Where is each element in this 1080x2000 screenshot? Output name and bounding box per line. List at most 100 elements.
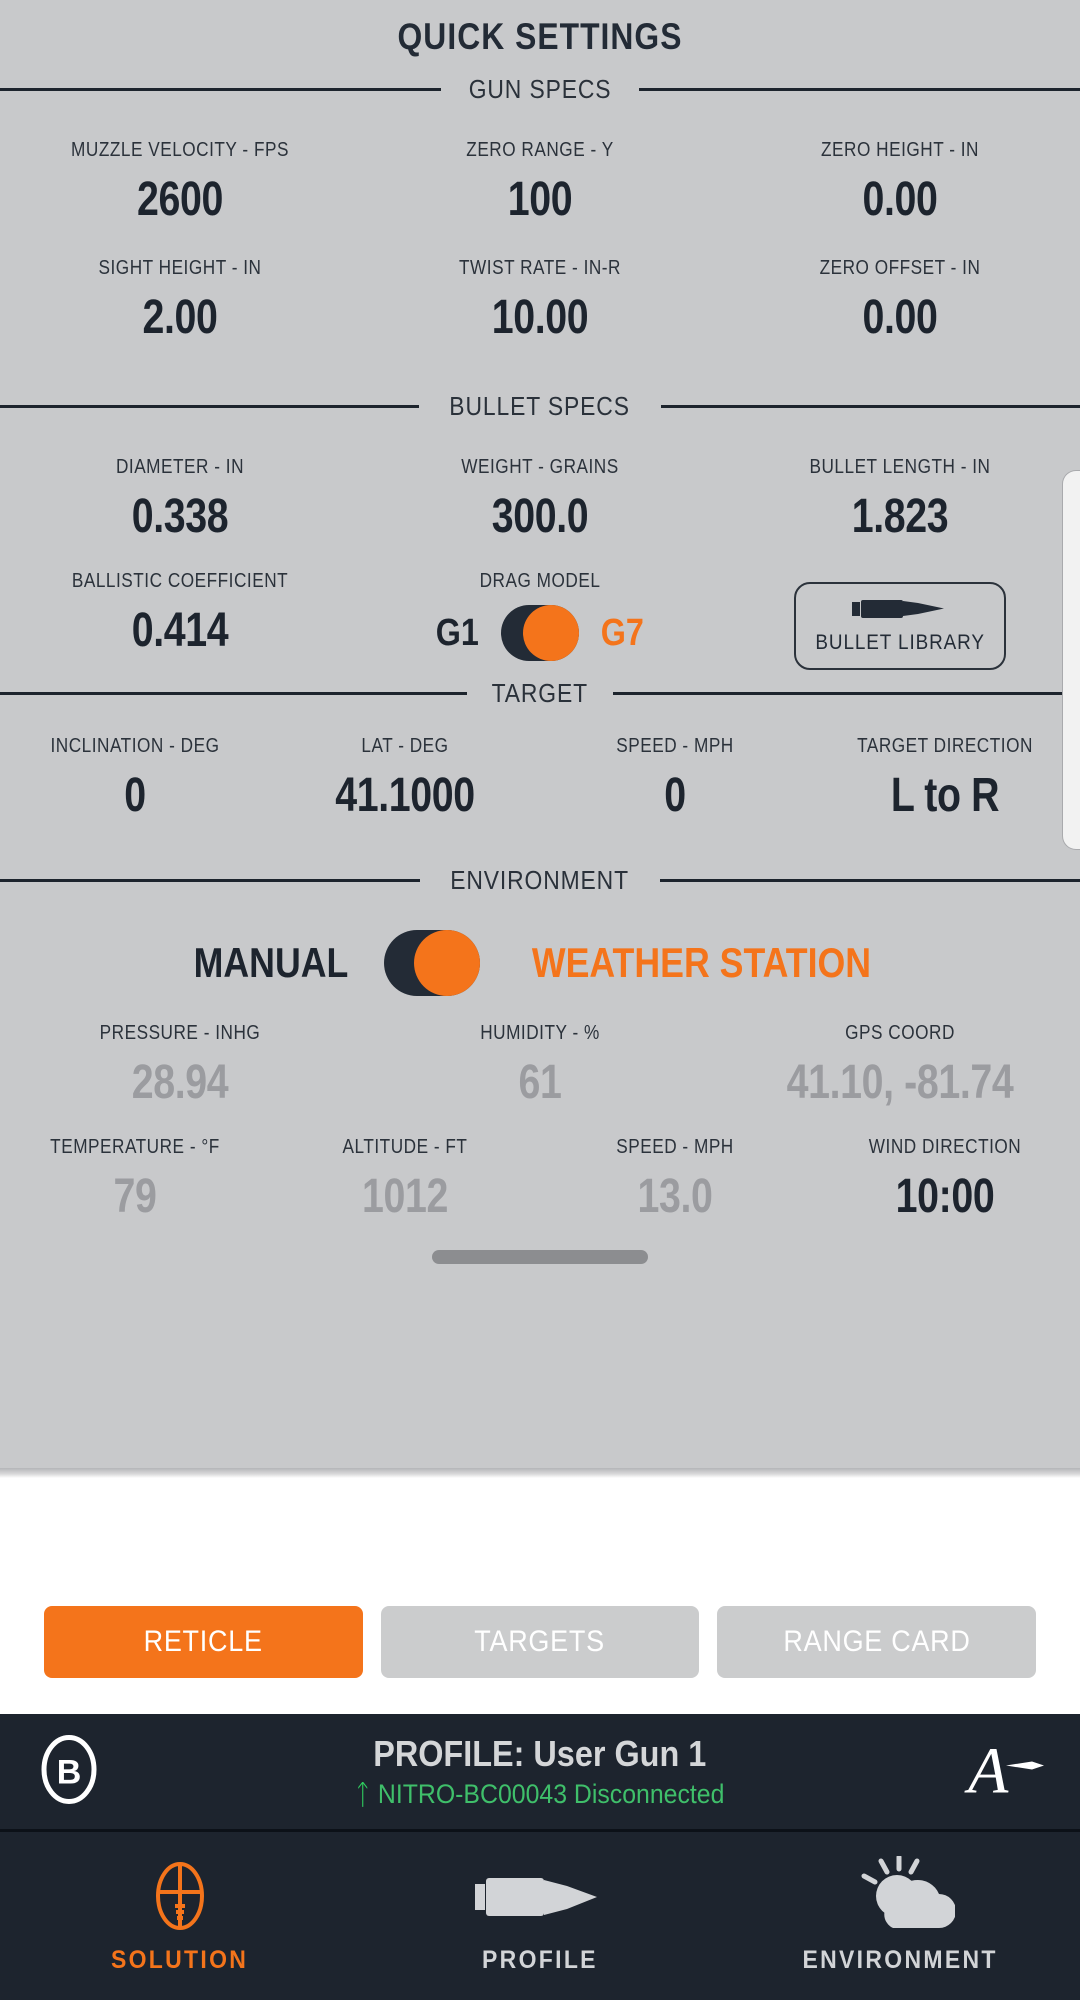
env-mode-option-manual[interactable]: MANUAL bbox=[193, 939, 348, 987]
field-label: ZERO OFFSET - IN bbox=[819, 257, 981, 279]
section-title-environment: ENVIRONMENT bbox=[450, 865, 630, 895]
section-title-gun-specs: GUN SPECS bbox=[468, 74, 612, 104]
bluetooth-status[interactable]: ᛏ NITRO-BC00043 Disconnected bbox=[355, 1779, 724, 1810]
range-card-button[interactable]: RANGE CARD bbox=[717, 1606, 1037, 1678]
field-value: 0.00 bbox=[862, 173, 938, 226]
field-value: 300.0 bbox=[491, 490, 589, 543]
field-bullet-length[interactable]: BULLET LENGTH - IN 1.823 bbox=[720, 422, 1080, 544]
drag-model-option-g1[interactable]: G1 bbox=[436, 612, 479, 655]
field-value: L to R bbox=[890, 769, 1000, 822]
environment-mode-control: MANUAL WEATHER STATION bbox=[0, 930, 1080, 996]
field-zero-offset[interactable]: ZERO OFFSET - IN 0.00 bbox=[720, 227, 1080, 345]
field-humidity[interactable]: HUMIDITY - % 61 bbox=[360, 996, 720, 1110]
bullet-library-button[interactable]: BULLET LIBRARY bbox=[794, 582, 1006, 670]
divider-left bbox=[0, 879, 421, 882]
bottom-tab-bar: SOLUTION PROFILE ENVIRONMENT bbox=[0, 1832, 1080, 2000]
field-label: SPEED - MPH bbox=[616, 1136, 734, 1158]
quick-settings-scroll-panel[interactable]: QUICK SETTINGS GUN SPECS MUZZLE VELOCITY… bbox=[0, 0, 1080, 1468]
reticle-icon bbox=[145, 1858, 215, 1934]
toggle-knob bbox=[413, 930, 480, 996]
bluetooth-icon: ᛏ bbox=[355, 1778, 371, 1810]
environment-row-2: TEMPERATURE - °F 79 ALTITUDE - FT 1012 S… bbox=[0, 1110, 1080, 1224]
field-value: 0 bbox=[124, 769, 146, 822]
field-inclination[interactable]: INCLINATION - DEG 0 bbox=[0, 709, 270, 823]
divider-right bbox=[660, 405, 1080, 408]
section-header-environment: ENVIRONMENT bbox=[0, 865, 1080, 896]
field-label: WEIGHT - GRAINS bbox=[461, 456, 619, 478]
field-value: 0.414 bbox=[131, 604, 229, 657]
divider-left bbox=[0, 88, 441, 91]
env-mode-option-weather-station[interactable]: WEATHER STATION bbox=[531, 939, 870, 987]
targets-button[interactable]: TARGETS bbox=[380, 1606, 700, 1678]
field-lat[interactable]: LAT - DEG 41.1000 bbox=[270, 709, 540, 823]
bullet-specs-row-2: BALLISTIC COEFFICIENT 0.414 DRAG MODEL G… bbox=[0, 544, 1080, 670]
field-value: 0.00 bbox=[862, 291, 938, 344]
field-value: 41.1000 bbox=[335, 769, 475, 822]
sun-cloud-icon bbox=[845, 1855, 955, 1934]
field-label: INCLINATION - DEG bbox=[50, 735, 220, 757]
field-label: PRESSURE - INHG bbox=[99, 1022, 261, 1044]
field-label: SPEED - MPH bbox=[616, 735, 734, 757]
field-value: 2.00 bbox=[142, 291, 218, 344]
divider-left bbox=[0, 405, 420, 408]
field-label: GPS COORD bbox=[845, 1022, 955, 1044]
field-target-direction[interactable]: TARGET DIRECTION L to R bbox=[810, 709, 1080, 823]
scroll-grabber-handle[interactable] bbox=[432, 1250, 648, 1264]
field-muzzle-velocity[interactable]: MUZZLE VELOCITY - FPS 2600 bbox=[0, 105, 360, 227]
svg-text:A: A bbox=[964, 1734, 1009, 1807]
bullet-specs-row-1: DIAMETER - IN 0.338 WEIGHT - GRAINS 300.… bbox=[0, 422, 1080, 544]
field-pressure[interactable]: PRESSURE - INHG 28.94 bbox=[0, 996, 360, 1110]
section-title-target: TARGET bbox=[491, 678, 589, 708]
field-label: ZERO RANGE - Y bbox=[466, 139, 614, 161]
app-root: QUICK SETTINGS GUN SPECS MUZZLE VELOCITY… bbox=[0, 0, 1080, 2000]
tab-environment[interactable]: ENVIRONMENT bbox=[720, 1832, 1080, 2000]
field-wind-speed[interactable]: SPEED - MPH 13.0 bbox=[540, 1110, 810, 1224]
tab-label: SOLUTION bbox=[111, 1945, 249, 1974]
field-altitude[interactable]: ALTITUDE - FT 1012 bbox=[270, 1110, 540, 1224]
field-label: TWIST RATE - IN-R bbox=[459, 257, 621, 279]
field-label: HUMIDITY - % bbox=[480, 1022, 600, 1044]
field-value: 10.00 bbox=[491, 291, 589, 344]
targets-button-label: TARGETS bbox=[474, 1625, 606, 1658]
tab-label: PROFILE bbox=[482, 1945, 598, 1974]
field-gps-coord[interactable]: GPS COORD 41.10, -81.74 bbox=[720, 996, 1080, 1110]
field-label: MUZZLE VELOCITY - FPS bbox=[71, 139, 289, 161]
page-title: QUICK SETTINGS bbox=[397, 16, 683, 57]
tab-profile[interactable]: PROFILE bbox=[360, 1832, 720, 2000]
field-sight-height[interactable]: SIGHT HEIGHT - IN 2.00 bbox=[0, 227, 360, 345]
field-target-speed[interactable]: SPEED - MPH 0 bbox=[540, 709, 810, 823]
field-ballistic-coefficient[interactable]: BALLISTIC COEFFICIENT 0.414 bbox=[0, 544, 360, 670]
field-value: 13.0 bbox=[637, 1170, 713, 1223]
field-value: 0.338 bbox=[131, 490, 229, 543]
field-zero-range[interactable]: ZERO RANGE - Y 100 bbox=[360, 105, 720, 227]
panel-bottom-shadow bbox=[0, 1468, 1080, 1478]
field-weight[interactable]: WEIGHT - GRAINS 300.0 bbox=[360, 422, 720, 544]
field-twist-rate[interactable]: TWIST RATE - IN-R 10.00 bbox=[360, 227, 720, 345]
environment-row-1: PRESSURE - INHG 28.94 HUMIDITY - % 61 GP… bbox=[0, 996, 1080, 1110]
vertical-scrollbar[interactable] bbox=[1062, 470, 1080, 850]
environment-mode-toggle[interactable] bbox=[383, 930, 480, 996]
divider-right bbox=[659, 879, 1080, 882]
reticle-button[interactable]: RETICLE bbox=[44, 1606, 363, 1678]
field-zero-height[interactable]: ZERO HEIGHT - IN 0.00 bbox=[720, 105, 1080, 227]
section-header-target: TARGET bbox=[0, 678, 1080, 709]
tab-solution[interactable]: SOLUTION bbox=[0, 1832, 360, 2000]
field-wind-direction[interactable]: WIND DIRECTION 10:00 bbox=[810, 1110, 1080, 1224]
divider-right bbox=[612, 692, 1080, 695]
range-card-button-label: RANGE CARD bbox=[783, 1625, 971, 1658]
b-circle-logo[interactable]: B bbox=[40, 1732, 98, 1811]
field-label: ZERO HEIGHT - IN bbox=[821, 139, 979, 161]
field-diameter[interactable]: DIAMETER - IN 0.338 bbox=[0, 422, 360, 544]
toggle-knob bbox=[523, 605, 579, 661]
cartridge-icon bbox=[475, 1858, 605, 1934]
profile-title: PROFILE: User Gun 1 bbox=[373, 1733, 707, 1774]
section-title-bullet-specs: BULLET SPECS bbox=[449, 391, 631, 421]
profile-bar[interactable]: B PROFILE: User Gun 1 ᛏ NITRO-BC00043 Di… bbox=[0, 1714, 1080, 1832]
drag-model-toggle[interactable] bbox=[501, 605, 579, 661]
field-label: SIGHT HEIGHT - IN bbox=[98, 257, 262, 279]
drag-model-option-g7[interactable]: G7 bbox=[601, 612, 644, 655]
field-temperature[interactable]: TEMPERATURE - °F 79 bbox=[0, 1110, 270, 1224]
divider-left bbox=[0, 692, 468, 695]
field-label: TEMPERATURE - °F bbox=[50, 1136, 220, 1158]
field-value: 61 bbox=[518, 1056, 562, 1109]
